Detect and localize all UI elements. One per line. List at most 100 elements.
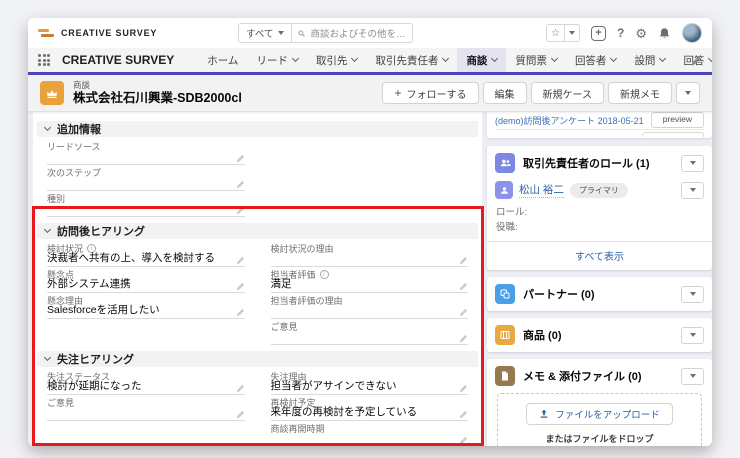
edit-pencil-icon[interactable] bbox=[236, 308, 245, 317]
edit-pencil-icon[interactable] bbox=[236, 154, 245, 163]
main-content: 追加情報 リードソース 次のステップ 種別 訪問後ヒアリング 検討状況 i 決裁… bbox=[28, 112, 712, 446]
edit-pencil-icon[interactable] bbox=[236, 410, 245, 419]
field-opinion-visit: ご意見 bbox=[270, 319, 468, 345]
brand-name: CREATIVE SURVEY bbox=[61, 28, 158, 38]
favorites-menu-button[interactable] bbox=[564, 25, 579, 41]
field-rep-evaluation: 担当者評価 i 満足 bbox=[270, 267, 468, 293]
record-entity-label: 商談 bbox=[73, 79, 91, 90]
tab-questions[interactable]: 設問 bbox=[625, 48, 674, 72]
additional-info-fields: リードソース 次のステップ 種別 bbox=[33, 137, 482, 217]
tab-respondents[interactable]: 回答者 bbox=[566, 48, 626, 72]
card-menu-button[interactable] bbox=[681, 285, 704, 303]
position-label: 役職: bbox=[496, 222, 518, 234]
global-header: CREATIVE SURVEY すべて 商談およびその他を検索中... ☆ + … bbox=[28, 18, 712, 48]
chevron-down-icon bbox=[659, 54, 667, 63]
search-scope-label: すべて bbox=[246, 29, 274, 40]
edit-pencil-icon[interactable] bbox=[459, 282, 468, 291]
app-launcher-waffle-icon[interactable] bbox=[38, 54, 50, 66]
field-lost-status: 失注ステータス 検討が延期になった bbox=[47, 369, 245, 395]
edit-pencil-icon[interactable] bbox=[236, 180, 245, 189]
contact-row: 松山 裕二 プライマリ bbox=[487, 180, 712, 202]
card-menu-button[interactable] bbox=[681, 367, 704, 385]
edit-pencil-icon[interactable] bbox=[236, 384, 245, 393]
field-spacer bbox=[271, 165, 469, 191]
favorite-star-icon[interactable]: ☆ bbox=[547, 25, 564, 41]
field-concern-point: 懸念点 外部システム連携 bbox=[47, 267, 245, 293]
section-visit-hearing[interactable]: 訪問後ヒアリング bbox=[37, 223, 478, 239]
edit-pencil-icon[interactable] bbox=[236, 206, 245, 215]
contact-row-menu-button[interactable] bbox=[681, 181, 704, 199]
more-actions-button[interactable] bbox=[676, 82, 700, 104]
edit-pencil-icon[interactable] bbox=[236, 282, 245, 291]
edit-nav-pencil-icon[interactable] bbox=[691, 55, 702, 66]
field-spacer bbox=[271, 191, 469, 217]
contact-icon bbox=[495, 181, 513, 199]
chevron-down-icon bbox=[291, 54, 299, 63]
field-spacer bbox=[47, 319, 245, 345]
help-icon[interactable]: ? bbox=[617, 26, 624, 40]
field-lead-source: リードソース bbox=[47, 139, 245, 165]
file-dropzone[interactable]: ファイルをアップロード またはファイルをドロップ bbox=[497, 393, 702, 446]
record-actions: + フォローする 編集 新規ケース 新規メモ bbox=[382, 82, 700, 104]
divider bbox=[495, 129, 704, 137]
survey-link[interactable]: (demo)訪問後アンケート 2018-05-21 bbox=[495, 114, 645, 127]
edit-pencil-icon[interactable] bbox=[459, 308, 468, 317]
edit-pencil-icon[interactable] bbox=[459, 256, 468, 265]
follow-button[interactable]: + フォローする bbox=[382, 82, 479, 104]
caret-down-icon bbox=[689, 161, 696, 165]
upload-files-button[interactable]: ファイルをアップロード bbox=[526, 403, 673, 426]
field-rep-evaluation-reason: 担当者評価の理由 bbox=[270, 293, 468, 319]
tab-contacts[interactable]: 取引先責任者 bbox=[366, 48, 457, 72]
plus-icon: + bbox=[394, 86, 402, 100]
notification-bell-icon[interactable] bbox=[658, 27, 671, 40]
primary-badge: プライマリ bbox=[569, 182, 628, 198]
brand-mark-icon bbox=[38, 28, 55, 39]
tab-questionnaires[interactable]: 質問票 bbox=[506, 48, 566, 72]
field-spacer bbox=[271, 139, 469, 165]
global-add-icon[interactable]: + bbox=[591, 25, 606, 41]
notes-icon bbox=[495, 366, 515, 387]
role-label: ロール: bbox=[496, 207, 528, 218]
record-detail-panel: 追加情報 リードソース 次のステップ 種別 訪問後ヒアリング 検討状況 i 決裁… bbox=[33, 112, 482, 446]
contact-name-link[interactable]: 松山 裕二 bbox=[519, 182, 564, 198]
info-icon[interactable]: i bbox=[319, 270, 329, 279]
tab-leads[interactable]: リード bbox=[247, 48, 307, 72]
section-lost-hearing[interactable]: 失注ヒアリング bbox=[37, 351, 478, 367]
partners-icon bbox=[495, 284, 515, 305]
field-consideration-status: 検討状況 i 決裁者へ共有の上、導入を検討する bbox=[47, 241, 245, 267]
section-collapse-icon bbox=[43, 353, 52, 362]
chevron-down-icon bbox=[278, 31, 285, 35]
search-input[interactable]: 商談およびその他を検索中... bbox=[291, 23, 414, 43]
card-title: 取引先責任者のロール (1) bbox=[523, 158, 650, 170]
user-avatar[interactable] bbox=[682, 23, 702, 43]
edit-pencil-icon[interactable] bbox=[236, 256, 245, 265]
section-additional-info[interactable]: 追加情報 bbox=[37, 121, 478, 137]
tab-opportunities[interactable]: 商談 bbox=[457, 48, 507, 72]
edit-pencil-icon[interactable] bbox=[459, 384, 468, 393]
view-all-link[interactable]: すべて表示 bbox=[487, 241, 712, 270]
app-name: CREATIVE SURVEY bbox=[62, 53, 175, 67]
edit-pencil-icon[interactable] bbox=[459, 410, 468, 419]
card-menu-button[interactable] bbox=[681, 154, 704, 172]
new-case-button[interactable]: 新規ケース bbox=[530, 82, 604, 104]
partial-button-edge bbox=[642, 132, 704, 137]
caret-down-icon bbox=[689, 374, 696, 379]
field-concern-reason: 懸念理由 Salesforceを活用したい bbox=[47, 293, 245, 319]
creative-survey-logo: CREATIVE SURVEY bbox=[38, 28, 157, 39]
notes-attachments-card: メモ & 添付ファイル (0) ファイルをアップロード またはファイルをドロップ bbox=[487, 359, 712, 446]
card-menu-button[interactable] bbox=[681, 326, 704, 344]
setup-gear-icon[interactable]: ⚙ bbox=[635, 27, 647, 40]
new-note-button[interactable]: 新規メモ bbox=[608, 82, 672, 104]
nav-tabs: ホーム リード 取引先 取引先責任者 商談 質問票 回答者 設問 回答 さらに表… bbox=[198, 48, 712, 72]
tab-home[interactable]: ホーム bbox=[198, 48, 247, 72]
edit-pencil-icon[interactable] bbox=[459, 334, 468, 343]
edit-button[interactable]: 編集 bbox=[482, 82, 527, 104]
field-reconsideration-plan: 再検討予定 来年度の再検討を予定している bbox=[270, 395, 468, 421]
related-sidebar: (demo)訪問後アンケート 2018-05-21 preview 取引先責任者… bbox=[487, 112, 712, 446]
tab-accounts[interactable]: 取引先 bbox=[307, 48, 367, 72]
search-scope-dropdown[interactable]: すべて bbox=[238, 23, 292, 43]
contact-roles-card: 取引先責任者のロール (1) 松山 裕二 プライマリ ロール: 役職: すべて表… bbox=[487, 146, 712, 271]
preview-button[interactable]: preview bbox=[650, 112, 704, 128]
edit-pencil-icon[interactable] bbox=[459, 436, 468, 445]
search-placeholder: 商談およびその他を検索中... bbox=[310, 29, 407, 40]
